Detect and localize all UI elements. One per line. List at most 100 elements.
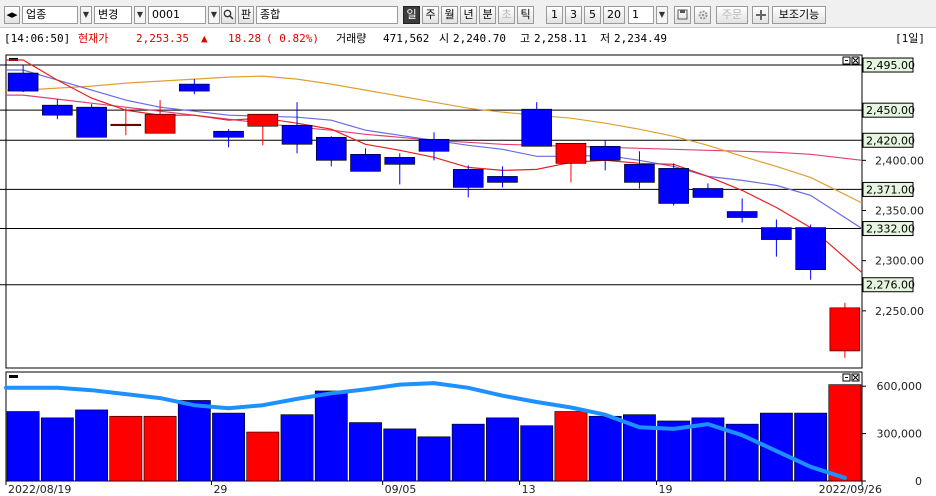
- name-field: 종합: [256, 6, 398, 24]
- aux-function-button[interactable]: 보조기능: [772, 6, 826, 24]
- quote-info-bar: [14:06:50] 현재가 2,253.35 ▲ 18.28 ( 0.82%)…: [0, 28, 936, 50]
- volume-bar[interactable]: [246, 431, 280, 482]
- volume-bar[interactable]: [349, 422, 382, 482]
- candle-body[interactable]: [624, 164, 655, 183]
- candle-body[interactable]: [384, 157, 416, 165]
- chevron-down-icon[interactable]: ▼: [208, 6, 220, 24]
- candle-body[interactable]: [452, 169, 484, 188]
- interval-3-button[interactable]: 3: [565, 6, 582, 24]
- date-axis-label: 13: [522, 483, 536, 496]
- horizontal-line-label: 2,450.00: [866, 104, 915, 117]
- high-value: 2,258.11: [534, 32, 587, 45]
- horizontal-line-label: 2,420.00: [866, 134, 915, 147]
- up-arrow-icon: ▲: [201, 32, 208, 45]
- volume-bar[interactable]: [451, 423, 485, 482]
- candle-body[interactable]: [487, 176, 518, 183]
- candle-body[interactable]: [281, 124, 313, 145]
- volume-bar[interactable]: [314, 390, 348, 482]
- gear-icon[interactable]: [694, 6, 711, 24]
- chevron-down-icon[interactable]: ▼: [134, 6, 146, 24]
- volume-label: 거래량: [336, 32, 367, 45]
- candle-body[interactable]: [179, 83, 210, 92]
- candlestick-chart[interactable]: 2,495.00 2,450.00 2,420.00 2,371.00 2,332.00…: [0, 52, 936, 496]
- candle-body[interactable]: [350, 154, 381, 172]
- quote-time: [14:06:50]: [4, 32, 71, 45]
- price-axis-label: 2,400.00: [875, 154, 924, 167]
- code-input[interactable]: 0001: [148, 6, 206, 24]
- interval-20-button[interactable]: 20: [603, 6, 625, 24]
- candle-body[interactable]: [589, 145, 621, 161]
- price-label: 현재가: [78, 32, 109, 45]
- open-value: 2,240.70: [453, 32, 506, 45]
- period-week-button[interactable]: 주: [422, 6, 439, 24]
- volume-bar[interactable]: [588, 415, 622, 482]
- market-select[interactable]: 업종: [22, 6, 78, 24]
- volume-bar[interactable]: [417, 436, 451, 482]
- volume-axis-label: 0: [915, 475, 922, 488]
- volume-bar[interactable]: [383, 428, 417, 482]
- horizontal-line-label: 2,276.00: [866, 279, 915, 292]
- save-icon[interactable]: [674, 6, 691, 24]
- price-axis-label: 2,250.00: [875, 305, 924, 318]
- period-minute-button[interactable]: 분: [479, 6, 496, 24]
- chart-area[interactable]: 2,495.00 2,450.00 2,420.00 2,371.00 2,332.00…: [0, 52, 936, 496]
- candle-body[interactable]: [213, 130, 244, 138]
- candle-body[interactable]: [692, 188, 724, 198]
- volume-bar[interactable]: [109, 415, 143, 482]
- candle-body[interactable]: [829, 307, 861, 352]
- period-second-button[interactable]: 초: [498, 6, 515, 24]
- period-indicator: [1일]: [895, 32, 925, 45]
- interval-input[interactable]: 1: [628, 6, 654, 24]
- candle-body[interactable]: [555, 142, 587, 164]
- period-year-button[interactable]: 년: [460, 6, 477, 24]
- volume-bar[interactable]: [520, 425, 554, 482]
- date-axis-label: 19: [659, 483, 673, 496]
- panel-button[interactable]: 판: [238, 6, 254, 24]
- search-icon[interactable]: [221, 6, 236, 24]
- period-tick-button[interactable]: 틱: [517, 6, 534, 24]
- candle-body[interactable]: [247, 113, 279, 127]
- volume-bar[interactable]: [75, 409, 109, 482]
- minimize-panel-glyph: [845, 60, 848, 61]
- interval-5-button[interactable]: 5: [584, 6, 601, 24]
- high-label: 고: [520, 32, 531, 45]
- interval-1-button[interactable]: 1: [546, 6, 563, 24]
- candle-body[interactable]: [110, 123, 142, 127]
- volume-bar[interactable]: [40, 417, 74, 482]
- volume-bar[interactable]: [6, 411, 40, 482]
- candle-body[interactable]: [726, 211, 758, 218]
- candle-body[interactable]: [144, 113, 176, 134]
- order-button[interactable]: 주문: [716, 6, 748, 24]
- chart-toolbar: ◂▸ 업종 ▼ 변경 ▼ 0001 ▼ 판 종합 일 주 월 년 분 초 틱 1…: [0, 0, 936, 28]
- volume-bar[interactable]: [554, 411, 588, 482]
- volume-bar[interactable]: [486, 417, 519, 482]
- chevron-down-icon[interactable]: ▼: [80, 6, 92, 24]
- candle-body[interactable]: [42, 104, 73, 116]
- candle-body[interactable]: [315, 136, 347, 161]
- price-axis-label: 2,350.00: [875, 204, 924, 217]
- period-day-button[interactable]: 일: [403, 6, 420, 24]
- volume-axis-label: 600,000: [877, 380, 923, 393]
- candle-body[interactable]: [658, 168, 689, 204]
- chevron-down-icon[interactable]: ▼: [656, 6, 668, 24]
- crosshair-icon[interactable]: [752, 6, 769, 24]
- volume-bar[interactable]: [280, 414, 314, 482]
- volume-bar[interactable]: [143, 415, 177, 482]
- current-price: 2,253.35: [136, 32, 189, 45]
- volume-bar[interactable]: [177, 400, 211, 482]
- scroll-arrows-icon[interactable]: ◂▸: [4, 6, 20, 24]
- candle-body[interactable]: [418, 138, 450, 152]
- date-axis-label: 09/05: [385, 483, 417, 496]
- volume-bar[interactable]: [828, 384, 862, 482]
- candle-body[interactable]: [76, 106, 107, 138]
- horizontal-line-label: 2,495.00: [866, 59, 915, 72]
- candle-body[interactable]: [795, 227, 826, 270]
- change-button[interactable]: 변경: [94, 6, 132, 24]
- period-month-button[interactable]: 월: [441, 6, 458, 24]
- panel-handle-icon[interactable]: [9, 375, 18, 378]
- price-axis-label: 2,300.00: [875, 255, 924, 268]
- candle-body[interactable]: [521, 108, 553, 147]
- candle-body[interactable]: [761, 227, 792, 240]
- candle-body[interactable]: [7, 72, 39, 92]
- volume-bar[interactable]: [212, 412, 245, 482]
